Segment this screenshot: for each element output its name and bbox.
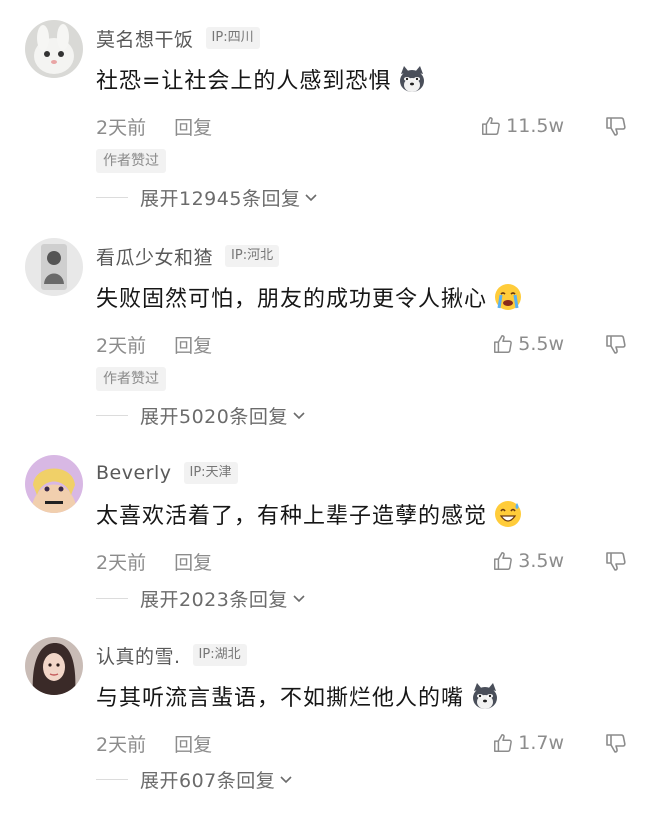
- ip-location-badge: IP:四川: [205, 27, 260, 49]
- username[interactable]: Beverly: [96, 462, 172, 484]
- comment-text: 失败固然可怕，朋友的成功更令人揪心: [96, 287, 488, 312]
- timestamp: 2天前: [96, 334, 147, 357]
- husky-emoji-icon: [397, 64, 427, 94]
- dislike-button[interactable]: [604, 114, 628, 138]
- expand-replies-label: 展开5020条回复: [140, 405, 288, 428]
- avatar[interactable]: [25, 455, 83, 513]
- like-count: 5.5w: [518, 333, 564, 355]
- like-count: 1.7w: [518, 732, 564, 754]
- thumbs-up-icon: [494, 734, 513, 752]
- username[interactable]: 莫名想干饭: [96, 25, 194, 52]
- thumbs-down-icon: [606, 734, 626, 753]
- avatar[interactable]: [25, 238, 83, 296]
- thumbs-down-icon: [606, 552, 626, 571]
- thumbs-down-icon: [606, 117, 626, 136]
- comment-header: 莫名想干饭 IP:四川: [96, 25, 260, 51]
- expand-replies-label: 展开2023条回复: [140, 588, 288, 611]
- thumbs-up-icon: [494, 552, 513, 570]
- ip-location-badge: IP:湖北: [192, 644, 247, 666]
- comment-meta: 2天前 回复: [96, 547, 212, 575]
- comment-text: 太喜欢活着了，有种上辈子造孽的感觉: [96, 504, 488, 529]
- ip-location-badge: IP:河北: [225, 245, 280, 267]
- expand-replies-button[interactable]: 展开2023条回复: [96, 585, 307, 611]
- author-liked-badge: 作者赞过: [96, 367, 166, 391]
- ip-location-badge: IP:天津: [183, 462, 238, 484]
- reply-button[interactable]: 回复: [174, 730, 212, 757]
- comment-header: Beverly IP:天津: [96, 460, 238, 486]
- reply-button[interactable]: 回复: [174, 331, 212, 358]
- expand-replies-label: 展开607条回复: [140, 769, 276, 792]
- expand-replies-label: 展开12945条回复: [140, 187, 301, 210]
- username[interactable]: 认真的雪.: [96, 642, 181, 669]
- timestamp: 2天前: [96, 116, 147, 139]
- thumbs-up-icon: [494, 335, 513, 353]
- comment-header: 认真的雪. IP:湖北: [96, 642, 247, 668]
- like-button[interactable]: 5.5w: [492, 330, 564, 358]
- chevron-down-icon: [293, 412, 305, 420]
- username[interactable]: 看瓜少女和猹: [96, 243, 213, 270]
- like-button[interactable]: 11.5w: [480, 112, 564, 140]
- comment-meta: 2天前 回复: [96, 330, 212, 358]
- avatar[interactable]: [25, 637, 83, 695]
- comment-header: 看瓜少女和猹 IP:河北: [96, 243, 280, 270]
- comment-content: 失败固然可怕，朋友的成功更令人揪心: [96, 281, 523, 313]
- dislike-button[interactable]: [604, 332, 628, 356]
- timestamp: 2天前: [96, 733, 147, 756]
- comment-item: 莫名想干饭 IP:四川 社恐=让社会上的人感到恐惧 2天前 回复 11.5w 作…: [0, 20, 656, 220]
- comment-item: 认真的雪. IP:湖北 与其听流言蜚语，不如撕烂他人的嘴 2天前 回复 1.7w: [0, 637, 656, 837]
- like-button[interactable]: 3.5w: [492, 547, 564, 575]
- reply-button[interactable]: 回复: [174, 113, 212, 140]
- husky-emoji-icon: [470, 681, 500, 711]
- comment-item: 看瓜少女和猹 IP:河北 失败固然可怕，朋友的成功更令人揪心 2天前 回复 5.…: [0, 238, 656, 438]
- author-liked-badge: 作者赞过: [96, 149, 166, 173]
- expand-replies-button[interactable]: 展开5020条回复: [96, 402, 307, 428]
- divider-line: [96, 196, 128, 198]
- comment-content: 太喜欢活着了，有种上辈子造孽的感觉: [96, 498, 523, 530]
- divider-line: [96, 778, 128, 780]
- thumbs-down-icon: [606, 335, 626, 354]
- timestamp: 2天前: [96, 551, 147, 574]
- chevron-down-icon: [280, 776, 292, 784]
- like-count: 11.5w: [506, 115, 564, 137]
- comment-text: 与其听流言蜚语，不如撕烂他人的嘴: [96, 686, 465, 711]
- comment-text: 社恐=让社会上的人感到恐惧: [96, 69, 392, 94]
- reply-button[interactable]: 回复: [174, 548, 212, 575]
- comment-content: 与其听流言蜚语，不如撕烂他人的嘴: [96, 680, 500, 712]
- chevron-down-icon: [305, 194, 318, 202]
- thumbs-up-icon: [482, 117, 500, 135]
- dislike-button[interactable]: [604, 731, 628, 755]
- expand-replies-button[interactable]: 展开12945条回复: [96, 184, 319, 210]
- like-button[interactable]: 1.7w: [492, 729, 564, 757]
- expand-replies-button[interactable]: 展开607条回复: [96, 766, 294, 792]
- chevron-down-icon: [293, 595, 305, 603]
- comment-content: 社恐=让社会上的人感到恐惧: [96, 63, 427, 95]
- dislike-button[interactable]: [604, 549, 628, 573]
- crying-face-emoji-icon: [493, 282, 523, 312]
- divider-line: [96, 414, 128, 416]
- comment-meta: 2天前 回复: [96, 112, 212, 140]
- like-count: 3.5w: [518, 550, 564, 572]
- grinning-sweat-emoji-icon: [493, 499, 523, 529]
- divider-line: [96, 597, 128, 599]
- comment-item: Beverly IP:天津 太喜欢活着了，有种上辈子造孽的感觉 2天前 回复 3…: [0, 455, 656, 655]
- comment-meta: 2天前 回复: [96, 729, 212, 757]
- avatar[interactable]: [25, 20, 83, 78]
